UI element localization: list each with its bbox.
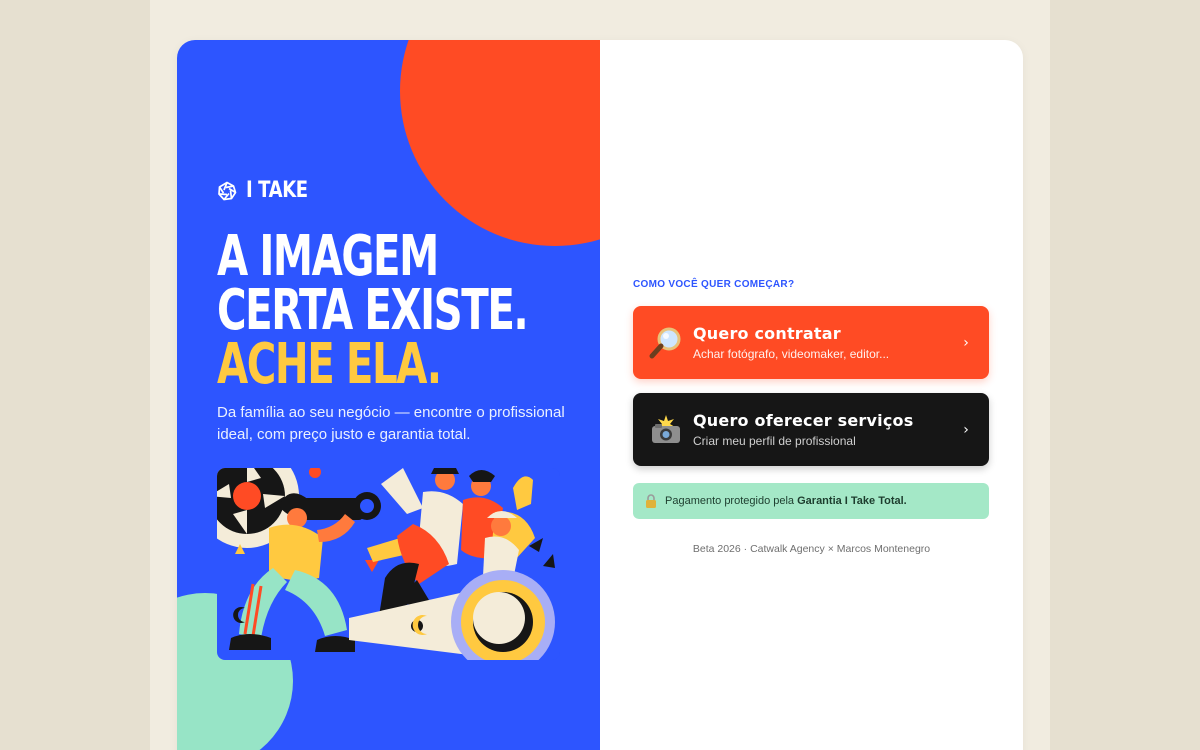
start-prompt: COMO VOCÊ QUER COMEÇAR? [633,279,795,290]
illustration-art [217,468,560,660]
offer-option-title: Quero oferecer serviços [693,411,914,430]
hire-option-description: Achar fotógrafo, videomaker, editor... [693,347,890,361]
brand-logo[interactable]: I TAKE [217,178,321,203]
aperture-icon [218,181,237,200]
hero-subtitle: Da família ao seu negócio — encontre o p… [217,404,565,443]
payment-guarantee-banner: Pagamento protegido pela Garantia I Take… [633,483,989,519]
onboarding-panel: COMO VOCÊ QUER COMEÇAR? Quero contratar … [600,40,1023,750]
hire-option-title: Quero contratar [693,324,841,343]
brand-name: I TAKE [246,178,308,203]
headline-accent: ACHE ELA. [217,332,442,397]
magnifier-icon [649,327,681,358]
photographer-and-crowd-illustration [217,468,560,660]
guarantee-label: Pagamento protegido pela [665,495,795,507]
offer-option-description: Criar meu perfil de profissional [693,434,856,448]
chevron-right-icon: › [963,334,969,351]
headline-line-1: A IMAGEM [217,224,439,289]
hero-headline: A IMAGEM CERTA EXISTE. ACHE ELA. [217,224,529,397]
offer-services-option-button[interactable]: Quero oferecer serviços Criar meu perfil… [633,393,989,466]
guarantee-text: Pagamento protegido pela Garantia I Take… [665,495,907,507]
lock-icon [646,494,656,508]
guarantee-highlight: Garantia I Take Total. [797,495,907,507]
hire-option-button[interactable]: Quero contratar Achar fotógrafo, videoma… [633,306,989,379]
onboarding-card: I TAKE A IMAGEM CERTA EXISTE. ACHE ELA. … [177,40,1023,750]
decor-orange-circle [400,40,600,246]
headline-line-2: CERTA EXISTE. [217,278,529,343]
footer-credits: Beta 2026 · Catwalk Agency × Marcos Mont… [692,543,931,555]
hero-panel: I TAKE A IMAGEM CERTA EXISTE. ACHE ELA. … [177,40,600,750]
camera-flash-icon [652,414,680,443]
chevron-right-icon: › [963,421,969,438]
